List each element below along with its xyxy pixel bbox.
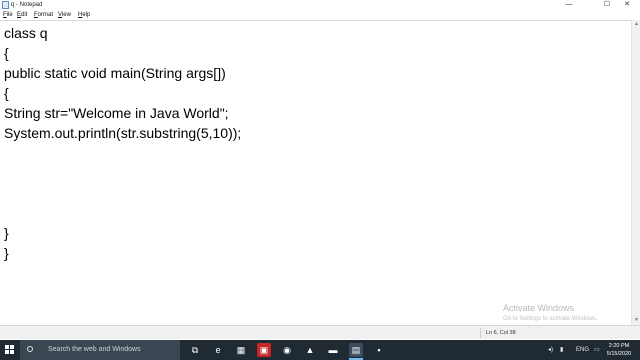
menu-edit[interactable]: Edit (17, 10, 27, 20)
menu-bar: File Edit Format View Help (0, 10, 640, 20)
title-bar: q - Notepad — ☐ ✕ (0, 0, 640, 10)
taskbar: Search the web and Windows ⧉ e ▦ ▣ ◉ ▲ ▬ ▤ ▪ ◂) … (0, 340, 640, 360)
code-line: System.out.println(str.substring(5,10)); (4, 125, 242, 141)
firefox-icon[interactable]: ◉ (280, 343, 294, 357)
windows-logo-icon (5, 345, 9, 349)
code-line: class q (4, 25, 48, 41)
windows-logo-pane (5, 350, 9, 354)
status-bar: Ln 6, Col 38 (0, 325, 640, 339)
search-placeholder: Search the web and Windows (48, 346, 141, 353)
clock-date: 5/15/2020 (606, 351, 632, 357)
activate-windows-title: Activate Windows (503, 303, 575, 313)
store-icon[interactable]: ▦ (234, 343, 248, 357)
system-clock[interactable]: 2:20 PM 5/15/2020 (604, 342, 634, 358)
code-line: String str="Welcome in Java World"; (4, 105, 229, 121)
close-button[interactable]: ✕ (614, 0, 640, 10)
menu-view[interactable]: View (58, 10, 71, 20)
start-button[interactable] (0, 340, 20, 360)
vlc-icon[interactable]: ▲ (303, 343, 317, 357)
network-icon[interactable]: ▮ (560, 340, 563, 360)
menu-help[interactable]: Help (78, 10, 90, 20)
vertical-scrollbar[interactable]: ▲ ▼ (631, 20, 640, 325)
cursor-position: Ln 6, Col 38 (486, 330, 516, 336)
status-divider (480, 328, 481, 338)
terminal-icon[interactable]: ▪ (372, 343, 386, 357)
windows-logo-pane (10, 350, 14, 354)
edge-icon[interactable]: e (211, 343, 225, 357)
speaker-icon[interactable]: ◂) (548, 340, 553, 360)
notifications-icon[interactable]: ▭ (594, 340, 600, 360)
code-line: { (4, 85, 9, 101)
minimize-button[interactable]: — (556, 0, 582, 10)
windows-logo-pane (10, 345, 14, 349)
code-line: public static void main(String args[]) (4, 65, 226, 81)
notepad-icon[interactable]: ▤ (349, 343, 363, 360)
code-line: { (4, 45, 9, 61)
task-view-icon[interactable]: ⧉ (188, 343, 202, 357)
file-explorer-icon[interactable]: ▬ (326, 343, 340, 357)
activate-windows-subtitle: Go to Settings to activate Windows. (503, 316, 598, 322)
window-title: q - Notepad (11, 2, 43, 8)
search-icon (27, 346, 33, 352)
pdf-icon[interactable]: ▣ (257, 343, 271, 357)
notepad-app-icon (2, 1, 9, 9)
language-indicator[interactable]: ENG (576, 340, 589, 360)
code-line: } (4, 245, 9, 261)
taskbar-search-box[interactable]: Search the web and Windows (20, 340, 180, 360)
clock-time: 2:20 PM (608, 343, 630, 349)
scroll-up-arrow-icon[interactable]: ▲ (633, 21, 640, 28)
menu-format[interactable]: Format (34, 10, 53, 20)
menu-file[interactable]: File (3, 10, 13, 20)
code-line: } (4, 225, 9, 241)
text-editor[interactable]: class q { public static void main(String… (0, 20, 631, 325)
scroll-down-arrow-icon[interactable]: ▼ (633, 317, 640, 324)
